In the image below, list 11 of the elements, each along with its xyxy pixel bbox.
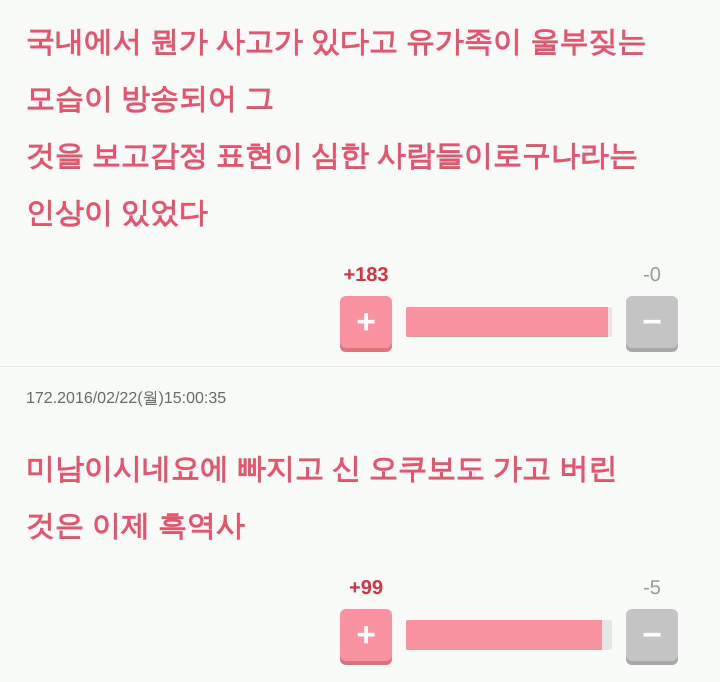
downvote-count: -0 [643,263,661,288]
upvote-button[interactable]: + [340,296,392,348]
comment-text: 미남이시네요에 빠지고 신 오쿠보도 가고 버린 것은 이제 흑역사 [25,452,618,544]
comment-text: 국내에서 뭔가 사고가 있다고 유가족이 울부짖는 모습이 방송되어 그 것을 보고감정 표현이 심한 사람들이로구나라는 인상이 있었다 [25,25,648,231]
downvote-button[interactable]: − [626,609,678,661]
upvote-button[interactable]: + [340,609,392,661]
comment-timestamp: 172.2016/02/22(월)15:00:35 [25,389,228,409]
upvote-count: +99 [349,576,383,601]
upvote-count: +183 [343,263,389,288]
downvote-count: -5 [643,576,661,601]
downvote-button[interactable]: − [626,296,678,348]
